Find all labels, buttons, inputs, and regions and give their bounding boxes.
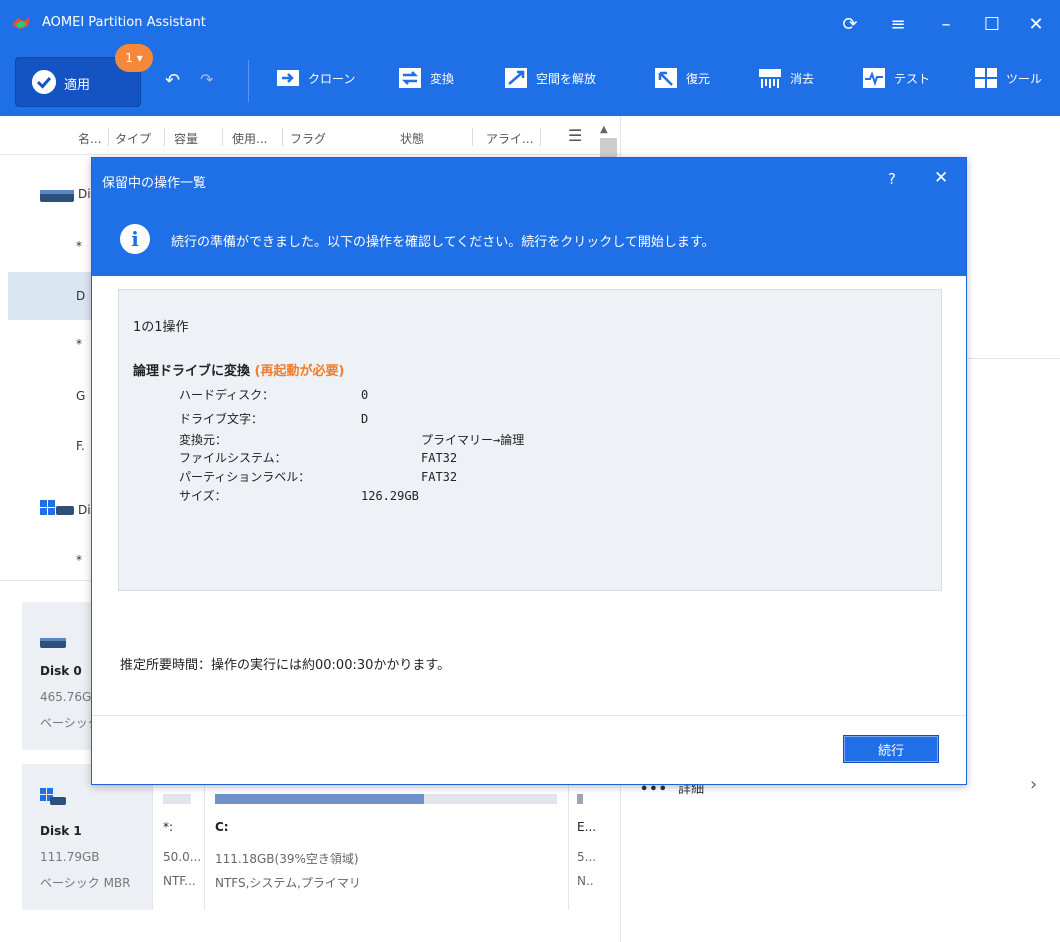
pulse-icon [863,68,885,88]
window-title: AOMEI Partition Assistant [42,15,206,30]
column-menu-icon[interactable]: ☰ [568,126,582,145]
disk-icon [40,190,74,202]
col-alignment[interactable]: アライ... [486,130,533,147]
col-name[interactable]: 名... [78,130,101,147]
info-icon: i [120,224,150,254]
partition-c[interactable]: C: 111.18GB(39%空き領域) NTFS,システム,プライマリ [204,764,569,910]
disk-icon [40,638,66,648]
operations-box: 1の1操作 論理ドライブに変換 (再起動が必要) ハードディスク： 0 ドライブ… [118,289,942,591]
restore-icon [655,68,677,88]
info-message: 続行の準備ができました。以下の操作を確認してください。続行をクリックして開始しま… [171,235,715,250]
detail-label: ハードディスク： [179,388,275,402]
dialog-close-button[interactable]: ✕ [934,168,948,188]
disk1-name: Disk 1 [40,824,82,838]
chevron-right-icon[interactable]: › [1030,774,1037,795]
detail-value: プライマリー→論理 [421,433,525,447]
refresh-icon[interactable]: ⟳ [836,10,864,38]
test-button[interactable]: テスト [862,66,930,90]
clone-button[interactable]: クローン [276,66,355,90]
partition-star[interactable]: *: 50.0... NTF... [152,764,205,910]
pending-operations-dialog: 保留中の操作一覧 ? ✕ i 続行の準備ができました。以下の操作を確認してくださ… [91,157,967,785]
minimize-button[interactable]: – [932,10,960,38]
detail-value: 0 [361,388,369,402]
usage-bar [215,794,557,804]
col-status[interactable]: 状態 [400,130,424,147]
app-logo-icon [12,17,30,29]
disk1-type: ベーシック MBR [40,876,131,890]
detail-value: FAT32 [421,470,458,484]
disk1-size: 111.79GB [40,850,100,864]
title-bar: AOMEI Partition Assistant ⟳ ≡ – ☐ ✕ [0,0,1060,48]
check-circle-icon [32,70,56,94]
dialog-title: 保留中の操作一覧 [102,176,207,191]
col-type[interactable]: タイプ [115,130,151,147]
detail-label: ファイルシステム： [179,451,287,465]
grid-icon [975,68,997,88]
free-space-button[interactable]: 空間を解放 [504,66,596,90]
redo-icon[interactable]: ↷ [200,70,213,89]
help-icon[interactable]: ? [888,170,896,188]
apply-label: 適用 [64,78,91,93]
operation-count: 1の1操作 [133,320,189,335]
col-capacity[interactable]: 容量 [174,130,198,147]
col-flag[interactable]: フラグ [290,130,326,147]
reboot-required-note: (再起動が必要) [254,364,345,379]
pending-count-badge[interactable]: 1 ▾ [115,44,153,72]
windows-disk-icon [40,788,66,805]
disk0-size: 465.76G [40,690,92,704]
restore-button[interactable]: 復元 [654,66,710,90]
clone-icon [277,70,299,86]
dialog-header: 保留中の操作一覧 ? ✕ i 続行の準備ができました。以下の操作を確認してくださ… [92,158,966,276]
convert-button[interactable]: 変換 [398,66,454,90]
convert-icon [399,68,421,88]
col-used[interactable]: 使用... [232,130,267,147]
windows-disk-icon [40,500,74,515]
menu-icon[interactable]: ≡ [884,10,912,38]
detail-value: 126.29GB [361,489,419,503]
continue-button[interactable]: 続行 [843,735,939,763]
free-space-icon [505,68,527,88]
estimated-time: 推定所要時間：操作の実行には約00:00:30かかります。 [120,658,451,673]
scrollbar-thumb[interactable] [600,138,617,158]
detail-label: パーティションラベル： [179,470,311,484]
column-header: 名... タイプ 容量 使用... フラグ 状態 アライ... ☰ [0,116,620,155]
dialog-footer-divider [92,715,966,716]
disk0-name: Disk 0 [40,664,82,678]
disk1-card[interactable]: Disk 1 111.79GB ベーシック MBR *: 50.0... NTF… [22,764,601,910]
operation-title: 論理ドライブに変換 (再起動が必要) [133,364,345,379]
shredder-icon [759,69,781,88]
close-window-button[interactable]: ✕ [1022,10,1050,38]
detail-value: FAT32 [421,451,458,465]
detail-label: サイズ： [179,489,227,503]
partition-e[interactable]: E... 5... N.. [568,764,601,910]
maximize-button[interactable]: ☐ [978,10,1006,38]
undo-icon[interactable]: ↶ [165,70,180,91]
toolbar-divider [248,60,249,102]
wipe-button[interactable]: 消去 [758,66,814,90]
detail-value: D [361,412,369,426]
tools-button[interactable]: ツール [974,66,1042,90]
detail-label: 変換元： [179,433,228,447]
scroll-up-icon[interactable]: ▲ [600,124,612,136]
detail-label: ドライブ文字： [179,412,264,426]
